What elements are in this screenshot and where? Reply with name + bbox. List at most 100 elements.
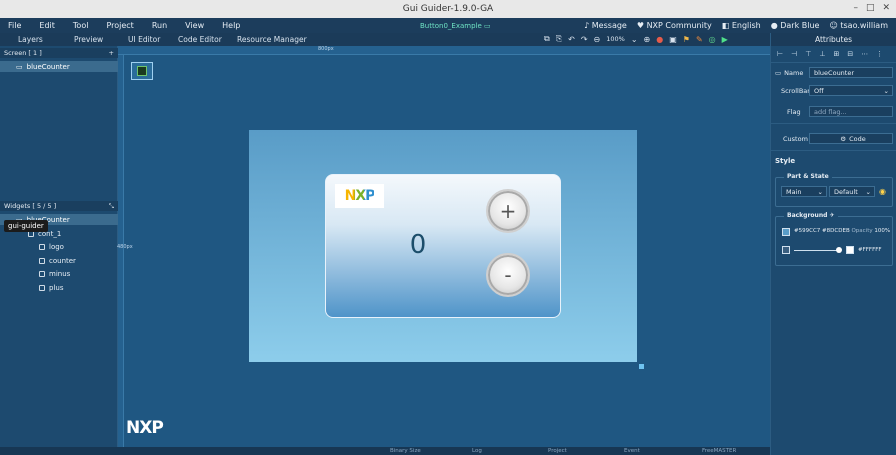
design-canvas[interactable]: 800px 480px NXP 0 + - NXP [117,46,770,447]
button-icon [39,284,45,291]
image-icon [39,243,45,250]
add-screen-button[interactable]: + [109,49,114,57]
undo-icon[interactable]: ↶ [568,35,575,44]
menu-tool[interactable]: Tool [73,21,89,30]
flag-input[interactable]: add flag... [809,106,893,117]
tree-label: plus [49,283,64,292]
opacity-value[interactable]: 100% [874,228,890,234]
bg-color-3[interactable]: #FFFFFF [858,247,882,253]
chevron-down-icon: ⌄ [817,187,823,196]
tree-row-minus[interactable]: minus [39,268,70,279]
tree-row-logo[interactable]: logo [39,241,64,252]
tab-resource-manager[interactable]: Resource Manager [237,35,307,44]
code-button[interactable]: ⚙ Code [809,133,893,144]
tab-code-editor[interactable]: Code Editor [178,35,222,44]
distribute-h-icon[interactable]: ⋯ [861,50,868,58]
redo-icon[interactable]: ↷ [581,35,588,44]
language-icon: ◧ [721,21,730,30]
menu-project[interactable]: Project [106,21,133,30]
align-bottom-icon[interactable]: ⊟ [847,50,853,58]
tab-layers[interactable]: Layers [18,35,43,44]
nxp-watermark: NXP [126,418,164,438]
minimize-icon[interactable]: – [853,3,858,13]
screen-bluecounter[interactable]: NXP 0 + - [249,130,637,362]
menu-help[interactable]: Help [222,21,240,30]
menu-edit[interactable]: Edit [39,21,55,30]
state-select[interactable]: Default ⌄ [829,186,875,197]
status-event[interactable]: Event [624,448,640,454]
menu-view[interactable]: View [185,21,204,30]
status-freemaster[interactable]: FreeMASTER [702,448,736,454]
monitor-icon: ▭ [775,69,782,77]
message-button[interactable]: ♪ Message [584,21,627,30]
resize-handle[interactable] [639,364,644,369]
status-log[interactable]: Log [472,448,482,454]
tab-preview[interactable]: Preview [74,35,103,44]
align-top-icon[interactable]: ⊥ [819,50,825,58]
user-button[interactable]: ☺ tsao.william [829,21,888,30]
language-button[interactable]: ◧ English [722,21,761,30]
maximize-icon[interactable]: □ [866,3,875,13]
scrollbar-label: ScrollBar [781,87,810,95]
debug-icon[interactable]: ◎ [709,35,716,44]
distribute-v-icon[interactable]: ⋮ [876,50,883,58]
tree-row-plus[interactable]: plus [39,282,63,293]
align-center-icon[interactable]: ⊣ [791,50,797,58]
zoom-level[interactable]: 100% [606,35,625,43]
container-cont-1[interactable]: NXP 0 + - [325,174,561,318]
copy-icon[interactable]: ⧉ [544,34,550,44]
name-input[interactable]: blueCounter [809,67,893,78]
bg-color-swatch[interactable] [782,228,790,236]
flag-icon[interactable]: ⚑ [683,35,690,44]
paste-icon[interactable]: ⎘ [556,34,562,44]
build-icon[interactable]: ✎ [696,35,703,44]
chevron-down-icon[interactable]: ⌄ [631,35,638,44]
palette-icon: ● [770,21,778,30]
align-right-icon[interactable]: ⊤ [805,50,811,58]
counter-label[interactable]: 0 [404,230,432,260]
screen-header: Screen [ 1 ] + [0,48,118,58]
eye-icon[interactable]: ◉ [879,187,886,196]
menu-bar: File Edit Tool Project Run View Help But… [0,18,896,33]
white-swatch[interactable] [846,246,854,254]
widgets-header: Widgets [ 5 / 5 ] ⤡ [0,201,118,211]
zoom-icon[interactable]: ⊖ [594,35,601,44]
community-button[interactable]: ♥ NXP Community [637,21,712,30]
close-icon[interactable]: ✕ [882,3,890,13]
gradient-slider-track[interactable] [794,250,838,251]
stop-icon[interactable]: ● [656,35,663,44]
screen-item-bluecounter[interactable]: ▭ blueCounter [0,61,118,72]
menu-file[interactable]: File [8,21,21,30]
custom-label: Custom [783,135,808,143]
nxp-logo[interactable]: NXP [335,184,384,208]
screen-thumbnail[interactable] [131,62,153,80]
tree-row-counter[interactable]: counter [39,255,76,266]
gradient-slider-handle[interactable] [836,247,842,253]
collapse-icon[interactable]: ⤡ [109,202,114,211]
code-icon: ⚙ [840,134,847,143]
zoom-in-icon[interactable]: ⊕ [644,35,651,44]
minus-button[interactable]: - [486,253,530,297]
align-left-icon[interactable]: ⊢ [777,50,783,58]
name-row: ▭ Name [775,67,803,79]
bg-color-2[interactable]: #8DCDEB [822,228,850,234]
run-icon[interactable]: ▶ [722,35,728,44]
part-select[interactable]: Main ⌄ [781,186,827,197]
bg-color-1[interactable]: #599CC7 [794,228,820,234]
tab-ui-editor[interactable]: UI Editor [128,35,160,44]
align-middle-icon[interactable]: ⊞ [833,50,839,58]
menu-run[interactable]: Run [152,21,167,30]
flag-placeholder: add flag... [814,107,847,116]
status-project[interactable]: Project [548,448,567,454]
part-value: Main [786,187,802,196]
window-title: Gui Guider-1.9.0-GA [402,4,494,14]
theme-button[interactable]: ● Dark Blue [771,21,820,30]
plus-button[interactable]: + [486,189,530,233]
attributes-header: Attributes [771,33,896,46]
widgets-header-label: Widgets [ 5 / 5 ] [4,202,57,210]
status-binary-size[interactable]: Binary Size [390,448,421,454]
window-title-bar: Gui Guider-1.9.0-GA – □ ✕ [0,0,896,18]
grad-swatch[interactable] [782,246,790,254]
scrollbar-select[interactable]: Off ⌄ [809,85,893,96]
chip-icon[interactable]: ▣ [669,35,677,44]
